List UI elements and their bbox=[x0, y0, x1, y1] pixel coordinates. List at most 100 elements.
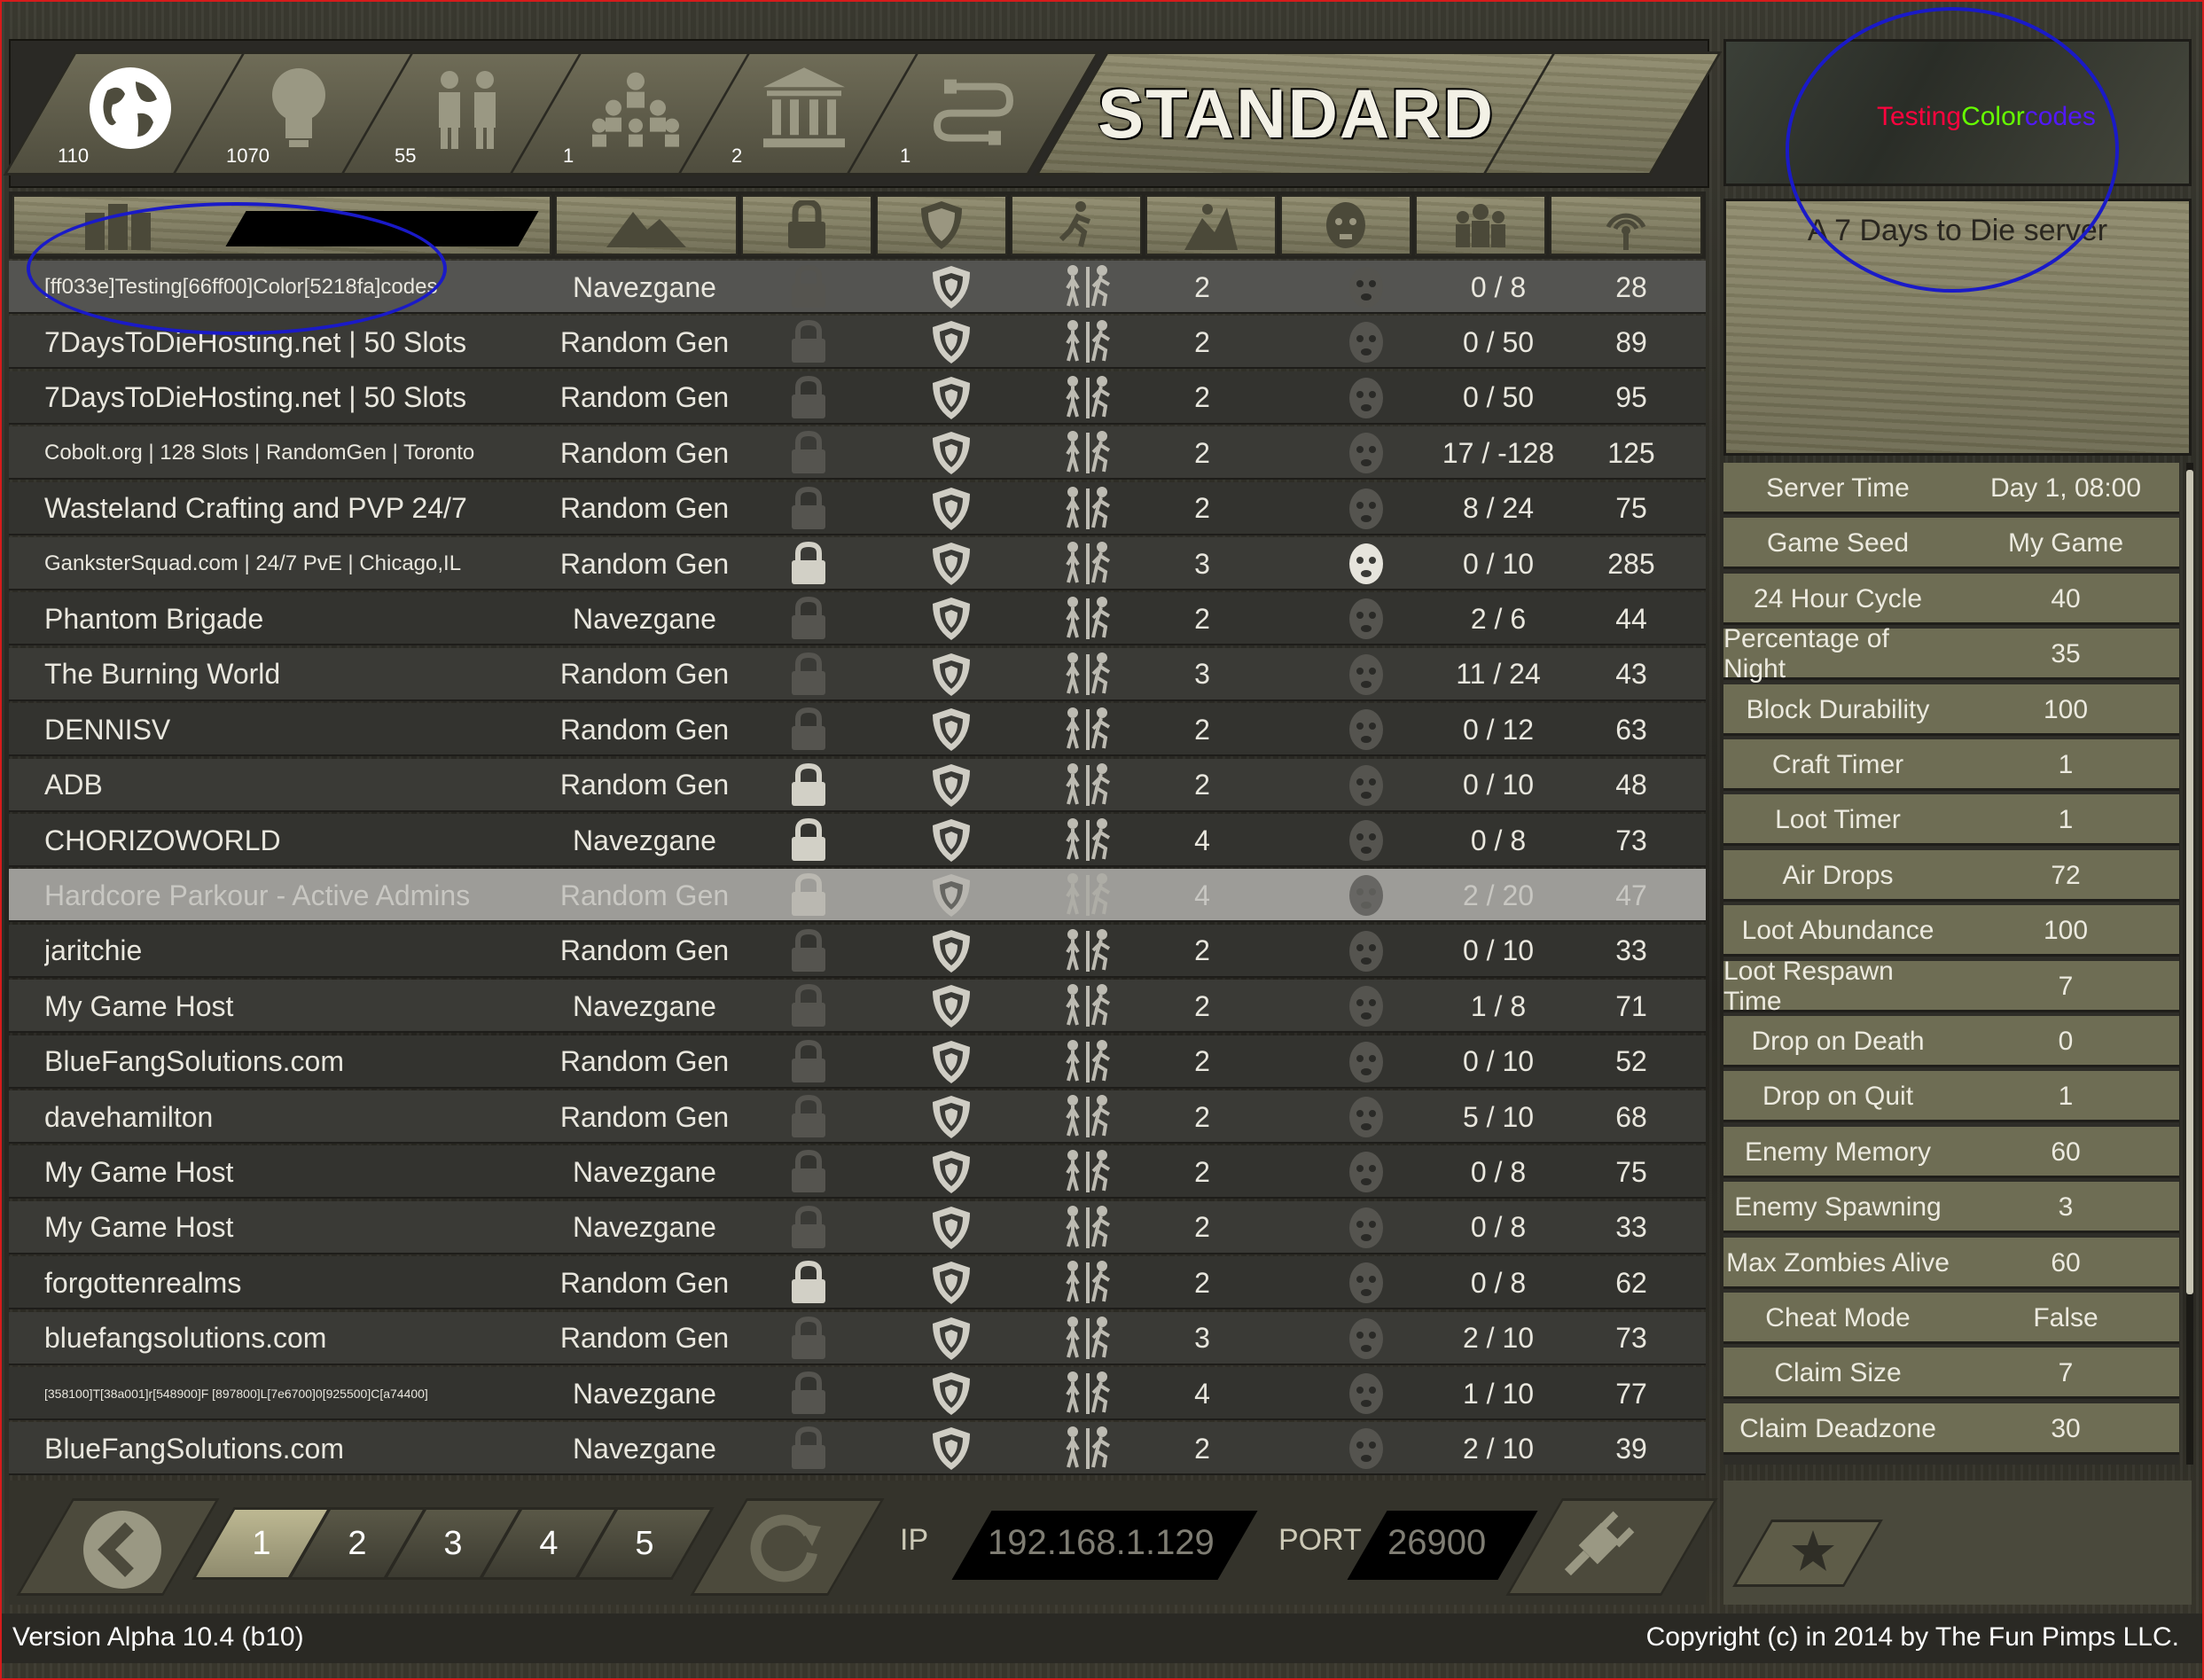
server-name: BlueFangSolutions.com bbox=[44, 1432, 344, 1465]
walk-run-icon bbox=[1057, 703, 1119, 756]
server-difficulty: 3 bbox=[1194, 547, 1210, 580]
server-name: [358100]T[38a001]r[548900]F [897800]L[7e… bbox=[44, 1387, 428, 1401]
zombie-head-icon bbox=[1335, 482, 1397, 535]
server-row[interactable]: [358100]T[38a001]r[548900]F [897800]L[7e… bbox=[9, 1367, 1706, 1420]
server-row[interactable]: Phantom Brigade Navezgane 2 2 / 6 44 bbox=[9, 592, 1706, 646]
stat-value: 100 bbox=[2043, 694, 2089, 724]
column-header-sprint[interactable] bbox=[1011, 195, 1142, 255]
stat-row: Server Time Day 1, 08:00 bbox=[1723, 463, 2179, 514]
server-name: ADB bbox=[44, 769, 103, 801]
column-header-world[interactable] bbox=[555, 195, 738, 255]
column-header-password[interactable] bbox=[741, 195, 872, 255]
lock-icon bbox=[782, 1090, 835, 1144]
server-world: Random Gen bbox=[559, 547, 730, 580]
tab-count: 55 bbox=[395, 145, 417, 167]
zombie-head-icon bbox=[1335, 1312, 1397, 1365]
server-world: Navezgane bbox=[573, 1155, 716, 1188]
lock-icon bbox=[782, 1367, 835, 1420]
server-row[interactable]: My Game Host Navezgane 2 1 / 8 71 bbox=[9, 980, 1706, 1034]
footer-bar: Version Alpha 10.4 (b10) Copyright (c) i… bbox=[2, 1614, 2202, 1663]
stat-name: Game Seed bbox=[1766, 528, 1910, 559]
server-players: 0 / 50 bbox=[1462, 381, 1535, 414]
lock-icon bbox=[782, 648, 835, 701]
server-difficulty: 3 bbox=[1194, 658, 1210, 691]
stat-value: 7 bbox=[2058, 971, 2074, 1001]
column-header-anticheat[interactable] bbox=[876, 195, 1007, 255]
scrollbar-thumb[interactable] bbox=[2186, 470, 2193, 1294]
server-row[interactable]: GanksterSquad.com | 24/7 PvE | Chicago,I… bbox=[9, 537, 1706, 590]
server-row[interactable]: The Burning World Random Gen 3 11 / 24 43 bbox=[9, 647, 1706, 701]
server-ping: 68 bbox=[1615, 1100, 1647, 1133]
shield-icon bbox=[920, 925, 982, 978]
server-row[interactable]: My Game Host Navezgane 2 0 / 8 33 bbox=[9, 1200, 1706, 1254]
server-world: Random Gen bbox=[559, 713, 730, 746]
lan-icon bbox=[933, 79, 1014, 145]
stat-name: Loot Timer bbox=[1775, 805, 1901, 835]
shield-icon bbox=[920, 703, 982, 756]
server-players: 0 / 8 bbox=[1470, 824, 1527, 856]
server-ping: 44 bbox=[1615, 602, 1647, 635]
tab-count: 1 bbox=[563, 145, 574, 167]
walk-run-icon bbox=[1057, 1035, 1119, 1089]
stats-scrollbar[interactable] bbox=[2186, 463, 2193, 1465]
server-row[interactable]: Hardcore Parkour - Active Admins Random G… bbox=[9, 869, 1706, 923]
shield-icon bbox=[920, 371, 982, 425]
column-header-players[interactable] bbox=[1415, 195, 1546, 255]
friends-icon bbox=[439, 71, 496, 149]
lock-icon bbox=[782, 1422, 835, 1475]
crowd-icon bbox=[1456, 204, 1505, 247]
star-icon bbox=[1792, 1530, 1834, 1571]
server-world: Navezgane bbox=[573, 989, 716, 1022]
server-world: Random Gen bbox=[559, 1266, 730, 1299]
server-players: 2 / 10 bbox=[1462, 1322, 1535, 1355]
server-name: My Game Host bbox=[44, 1211, 234, 1244]
stat-name: Drop on Quit bbox=[1762, 1082, 1914, 1112]
server-world: Random Gen bbox=[559, 436, 730, 469]
lock-icon bbox=[782, 869, 835, 922]
favorite-bar bbox=[1723, 1481, 2192, 1605]
server-row[interactable]: bluefangsolutions.com Random Gen 3 2 / 10 73 bbox=[9, 1311, 1706, 1365]
back-arrow-icon bbox=[83, 1511, 161, 1589]
server-difficulty: 2 bbox=[1194, 1100, 1210, 1133]
lock-icon bbox=[782, 371, 835, 425]
zombie-head-icon bbox=[1335, 703, 1397, 756]
zombie-head-icon bbox=[1335, 426, 1397, 480]
server-row[interactable]: Wasteland Crafting and PVP 24/7 Random Ge… bbox=[9, 481, 1706, 535]
zombie-head-icon bbox=[1335, 980, 1397, 1033]
stat-row: Loot Respawn Time 7 bbox=[1723, 957, 2179, 1016]
walk-run-icon bbox=[1057, 371, 1119, 425]
stat-row: Max Zombies Alive 60 bbox=[1723, 1237, 2179, 1289]
stat-row: Claim Size 7 bbox=[1723, 1348, 2179, 1400]
lock-icon bbox=[782, 261, 835, 314]
stat-value: 30 bbox=[2051, 1413, 2081, 1443]
server-ping: 28 bbox=[1615, 270, 1647, 303]
page-label: 5 bbox=[635, 1524, 654, 1562]
mode-standard-tab[interactable]: STANDARD bbox=[1035, 51, 1558, 176]
server-name: DENNISV bbox=[44, 713, 171, 746]
server-name: BlueFangSolutions.com bbox=[44, 1045, 344, 1078]
server-row[interactable]: ADB Random Gen 2 0 / 10 48 bbox=[9, 758, 1706, 812]
server-row[interactable]: BlueFangSolutions.com Navezgane 2 2 / 10 39 bbox=[9, 1422, 1706, 1476]
column-header-ping[interactable] bbox=[1550, 195, 1702, 255]
stat-row: Drop on Quit 1 bbox=[1723, 1071, 2179, 1123]
column-header-difficulty[interactable] bbox=[1145, 195, 1277, 255]
server-row[interactable]: BlueFangSolutions.com Random Gen 2 0 / 10 52 bbox=[9, 1035, 1706, 1089]
server-row[interactable]: CHORIZOWORLD Navezgane 4 0 / 8 73 bbox=[9, 814, 1706, 867]
shield-icon bbox=[920, 1035, 982, 1089]
server-name: bluefangsolutions.com bbox=[44, 1322, 327, 1355]
server-row[interactable]: forgottenrealms Random Gen 2 0 / 8 62 bbox=[9, 1256, 1706, 1310]
server-row[interactable]: My Game Host Navezgane 2 0 / 8 75 bbox=[9, 1145, 1706, 1199]
server-name: My Game Host bbox=[44, 989, 234, 1022]
column-header-zombies[interactable] bbox=[1280, 195, 1411, 255]
server-row[interactable]: davehamilton Random Gen 2 5 / 10 68 bbox=[9, 1090, 1706, 1144]
server-row[interactable]: 7DaysToDieHosting.net | 50 Slots Random G… bbox=[9, 371, 1706, 425]
server-difficulty: 2 bbox=[1194, 1266, 1210, 1299]
server-players: 0 / 10 bbox=[1462, 769, 1535, 801]
server-row[interactable]: DENNISV Random Gen 2 0 / 12 63 bbox=[9, 703, 1706, 757]
server-world: Navezgane bbox=[573, 1432, 716, 1465]
server-row[interactable]: jaritchie Random Gen 2 0 / 10 33 bbox=[9, 924, 1706, 978]
server-row[interactable]: Cobolt.org | 128 Slots | RandomGen | Tor… bbox=[9, 426, 1706, 481]
shield-icon bbox=[920, 537, 982, 590]
stat-row: Craft Timer 1 bbox=[1723, 739, 2179, 791]
stat-row: Drop on Death 0 bbox=[1723, 1016, 2179, 1067]
